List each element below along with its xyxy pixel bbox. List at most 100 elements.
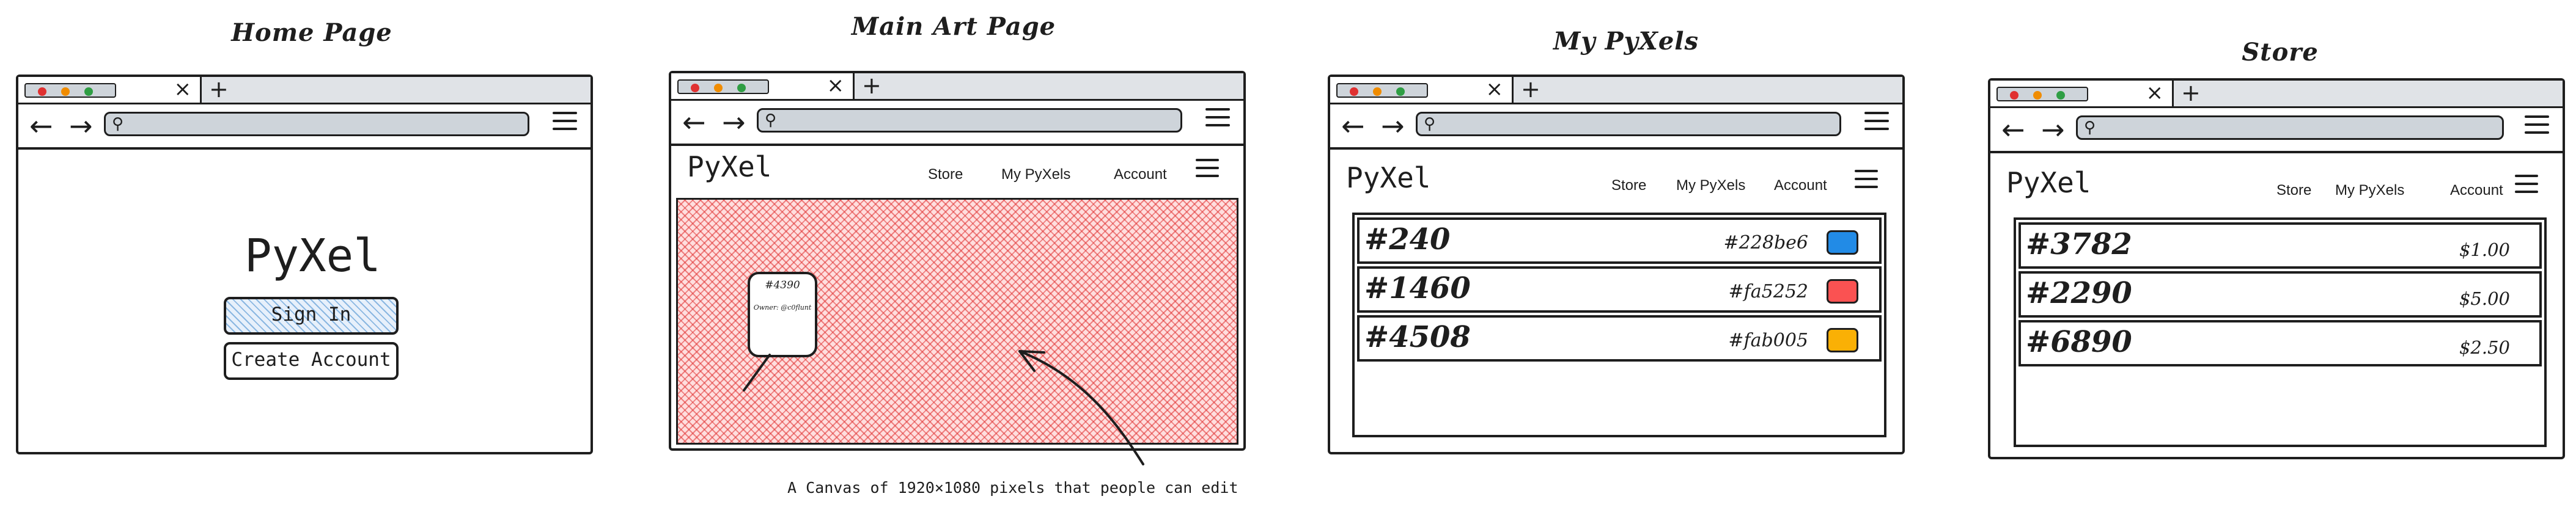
close-tab-icon[interactable]: × [1486,77,1504,101]
address-bar[interactable]: ⚲ [104,112,529,136]
nav-account-link[interactable]: Account [2450,182,2503,199]
pixel-price: $5.00 [2459,288,2510,309]
pixel-hex-code: #fab005 [1728,330,1808,351]
browser-menu-icon[interactable] [1864,112,1889,131]
browser-tab[interactable]: × [1990,81,2174,106]
browser-nav-bar: ← → ⚲ [1990,108,2563,153]
home-page-title: Home Page [231,18,392,47]
address-bar[interactable]: ⚲ [757,108,1182,133]
create-account-button[interactable]: Create Account [224,342,399,380]
popup-pixel-id: #4390 [765,279,800,291]
browser-tab[interactable]: × [1330,77,1514,103]
pixel-hex-code: #228be6 [1723,232,1808,253]
browser-tab[interactable]: × [671,73,855,99]
mypyxels-page-title: My PyXels [1553,27,1699,56]
list-item[interactable]: #1460 #fa5252 [1357,266,1882,313]
close-dot[interactable] [1350,87,1358,96]
site-logo[interactable]: PyXel [2006,166,2091,199]
pixel-info-popup: #4390 Owner: @c0flunt [748,272,817,357]
back-forward-arrows-icon[interactable]: ← → [682,107,749,137]
color-swatch[interactable] [1827,279,1858,304]
nav-store-link[interactable]: Store [928,166,963,183]
owned-pixels-list: #240 #228be6 #1460 #fa5252 #4508 #fab005 [1352,213,1886,437]
minimize-dot[interactable] [2033,91,2042,100]
color-swatch[interactable] [1827,230,1858,255]
maximize-dot[interactable] [737,84,746,92]
pixel-price: $1.00 [2459,239,2510,260]
color-swatch[interactable] [1827,328,1858,352]
new-tab-icon[interactable]: + [209,77,229,101]
art-browser-window: × + ← → ⚲ PyXel Store My PyXels Account … [669,71,1246,451]
address-bar[interactable]: ⚲ [2076,115,2504,140]
minimize-dot[interactable] [714,84,723,92]
list-item[interactable]: #3782 $1.00 [2018,222,2542,269]
site-header: PyXel Store My PyXels Account [1990,164,2563,210]
store-page-title: Store [2242,38,2319,67]
maximize-dot[interactable] [84,87,93,96]
store-items-list: #3782 $1.00 #2290 $5.00 #6890 $2.50 [2014,217,2547,447]
nav-my-pyxels-link[interactable]: My PyXels [1001,166,1070,183]
minimize-dot[interactable] [1373,87,1382,96]
home-browser-window: × + ← → ⚲ PyXel Sign In Create Account [16,75,593,454]
close-dot[interactable] [691,84,699,92]
nav-my-pyxels-link[interactable]: My PyXels [1676,177,1745,194]
nav-my-pyxels-link[interactable]: My PyXels [2335,182,2404,199]
art-page-title: Main Art Page [851,12,1056,41]
window-controls [1996,87,2088,101]
close-tab-icon[interactable]: × [2146,81,2164,105]
list-item[interactable]: #6890 $2.50 [2018,320,2542,366]
site-header: PyXel Store My PyXels Account [671,148,1243,194]
store-browser-window: × + ← → ⚲ PyXel Store My PyXels Account … [1988,78,2565,459]
canvas-caption: A Canvas of 1920×1080 pixels that people… [787,479,1238,497]
close-dot[interactable] [38,87,46,96]
tab-bar: × + [671,73,1243,101]
browser-menu-icon[interactable] [2525,115,2549,135]
popup-owner: Owner: @c0flunt [753,304,812,311]
back-forward-arrows-icon[interactable]: ← → [1341,111,1408,141]
home-logo: PyXel [245,230,381,282]
tab-bar: × + [1330,77,1902,104]
site-header: PyXel Store My PyXels Account [1330,159,1902,205]
sign-in-button[interactable]: Sign In [224,297,399,335]
close-tab-icon[interactable]: × [174,77,192,101]
nav-account-link[interactable]: Account [1114,166,1167,183]
close-tab-icon[interactable]: × [827,73,845,98]
site-menu-icon[interactable] [2515,175,2538,199]
popup-pointer-line [743,354,771,392]
list-item[interactable]: #240 #228be6 [1357,217,1882,264]
new-tab-icon[interactable]: + [2181,81,2201,105]
address-bar[interactable]: ⚲ [1416,112,1841,136]
browser-menu-icon[interactable] [553,112,577,131]
close-dot[interactable] [2010,91,2018,100]
list-item[interactable]: #4508 #fab005 [1357,315,1882,362]
site-menu-icon[interactable] [1196,159,1219,183]
list-item[interactable]: #2290 $5.00 [2018,271,2542,318]
site-logo[interactable]: PyXel [1346,161,1430,194]
search-icon: ⚲ [765,111,777,129]
site-menu-icon[interactable] [1855,170,1878,194]
new-tab-icon[interactable]: + [1521,77,1540,101]
browser-tab[interactable]: × [18,77,202,103]
browser-nav-bar: ← → ⚲ [671,101,1243,146]
pixel-id: #3782 [2026,227,2132,261]
window-controls [677,79,769,94]
search-icon: ⚲ [112,115,124,133]
back-forward-arrows-icon[interactable]: ← → [29,111,97,141]
nav-store-link[interactable]: Store [1611,177,1646,194]
maximize-dot[interactable] [2056,91,2065,100]
back-forward-arrows-icon[interactable]: ← → [2001,114,2069,145]
window-controls [24,83,116,98]
nav-account-link[interactable]: Account [1774,177,1827,194]
nav-store-link[interactable]: Store [2276,182,2311,199]
pixel-id: #4508 [1364,320,1471,354]
maximize-dot[interactable] [1396,87,1405,96]
tab-bar: × + [1990,81,2563,108]
pixel-price: $2.50 [2459,337,2510,358]
pixel-id: #2290 [2026,276,2132,310]
search-icon: ⚲ [2084,118,2096,137]
site-logo[interactable]: PyXel [687,150,771,183]
minimize-dot[interactable] [61,87,70,96]
browser-menu-icon[interactable] [1205,108,1230,128]
caption-arrow [1018,350,1144,465]
new-tab-icon[interactable]: + [862,73,881,98]
